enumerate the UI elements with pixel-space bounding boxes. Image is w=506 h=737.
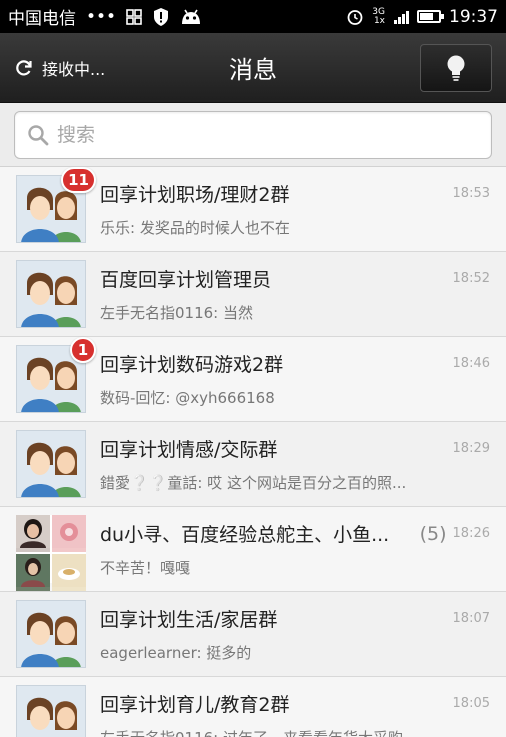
conversation-time: 18:29 — [452, 441, 490, 456]
conversation-row[interactable]: 11 回享计划职场/理财2群 18:53 乐乐: 发奖品的时候人也不在 — [0, 167, 506, 252]
conversation-preview: 左手无名指0116: 当然 — [100, 304, 253, 322]
clock: 19:37 — [449, 6, 498, 27]
search-bar — [0, 103, 506, 167]
member-photo — [16, 554, 50, 591]
search-input[interactable] — [57, 124, 479, 146]
carrier-label: 中国电信 — [8, 9, 76, 29]
title-bar: 接收中... 消息 — [0, 33, 506, 103]
avatar — [16, 430, 86, 498]
avatar — [16, 515, 86, 591]
member-photo — [52, 554, 86, 591]
more-dots: ••• — [86, 6, 117, 27]
member-count: (5) — [419, 522, 447, 545]
group-avatar-icon — [16, 430, 86, 498]
refresh-status[interactable]: 接收中... — [14, 56, 105, 80]
multi-user-avatar-icon — [16, 515, 86, 591]
refresh-label: 接收中... — [42, 59, 106, 79]
group-avatar-icon — [16, 685, 86, 737]
conversation-time: 18:05 — [452, 696, 490, 711]
avatar — [16, 260, 86, 328]
conversation-name: 回享计划情感/交际群 — [100, 439, 278, 461]
conversation-preview: eagerlearner: 挺多的 — [100, 644, 252, 662]
network-sub: 1x — [373, 15, 385, 26]
conversation-name: 回享计划数码游戏2群 — [100, 354, 284, 376]
status-bar: 中国电信 ••• 3G 1x 19:37 — [0, 0, 506, 33]
network-indicator: 3G 1x — [372, 7, 385, 26]
lightbulb-icon — [445, 54, 467, 82]
conversation-time: 18:07 — [452, 611, 490, 626]
conversation-preview: 錯愛❔❔童話: 哎 这个网站是百分之百的照... — [100, 474, 407, 492]
conversation-time: 18:53 — [452, 186, 490, 201]
conversation-name: 回享计划职场/理财2群 — [100, 184, 290, 206]
conversation-row[interactable]: 1 回享计划数码游戏2群 18:46 数码-回忆: @xyh666168 — [0, 337, 506, 422]
conversation-time: 18:52 — [452, 271, 490, 286]
battery-icon — [417, 10, 444, 23]
conversation-name: 回享计划生活/家居群 — [100, 609, 278, 631]
search-box[interactable] — [14, 111, 492, 159]
conversation-name: 回享计划育儿/教育2群 — [100, 694, 290, 716]
conversation-row[interactable]: 回享计划生活/家居群 18:07 eagerlearner: 挺多的 — [0, 592, 506, 677]
avatar — [16, 600, 86, 668]
unread-badge: 1 — [70, 337, 96, 363]
conversation-row[interactable]: 百度回享计划管理员 18:52 左手无名指0116: 当然 — [0, 252, 506, 337]
battery-level — [420, 13, 433, 20]
conversation-preview: 乐乐: 发奖品的时候人也不在 — [100, 219, 290, 237]
avatar — [16, 685, 86, 737]
group-avatar-icon — [16, 600, 86, 668]
conversation-row[interactable]: 回享计划情感/交际群 18:29 錯愛❔❔童話: 哎 这个网站是百分之百的照..… — [0, 422, 506, 507]
shield-icon — [152, 7, 170, 27]
member-photo — [52, 515, 86, 552]
conversation-row[interactable]: 回享计划育儿/教育2群 18:05 左手无名指0116: 过年了，来看看年货大采… — [0, 677, 506, 737]
conversation-preview: 左手无名指0116: 过年了，来看看年货大采购... — [100, 727, 490, 737]
avatar: 1 — [16, 337, 96, 413]
signal-icon — [393, 9, 409, 25]
alarm-icon — [346, 8, 364, 26]
unread-badge: 11 — [61, 167, 96, 193]
conversation-name: 百度回享计划管理员 — [100, 269, 272, 291]
conversation-name: du小寻、百度经验总舵主、小鱼... — [100, 524, 390, 546]
conversation-preview: 不辛苦！嘎嘎 — [100, 559, 191, 577]
search-icon — [27, 124, 49, 146]
conversation-preview: 数码-回忆: @xyh666168 — [100, 389, 275, 407]
conversation-row[interactable]: du小寻、百度经验总舵主、小鱼... (5) 18:26 不辛苦！嘎嘎 — [0, 507, 506, 592]
avatar: 11 — [16, 167, 96, 243]
refresh-icon — [14, 58, 34, 78]
group-avatar-icon — [16, 260, 86, 328]
conversation-time: 18:26 — [452, 526, 490, 541]
lightbulb-button[interactable] — [420, 43, 492, 92]
conversation-time: 18:46 — [452, 356, 490, 371]
android-icon — [180, 8, 202, 26]
conversation-list: 11 回享计划职场/理财2群 18:53 乐乐: 发奖品的时候人也不在 百度回享… — [0, 167, 506, 737]
app-grid-icon — [126, 8, 142, 25]
member-photo — [16, 515, 50, 552]
